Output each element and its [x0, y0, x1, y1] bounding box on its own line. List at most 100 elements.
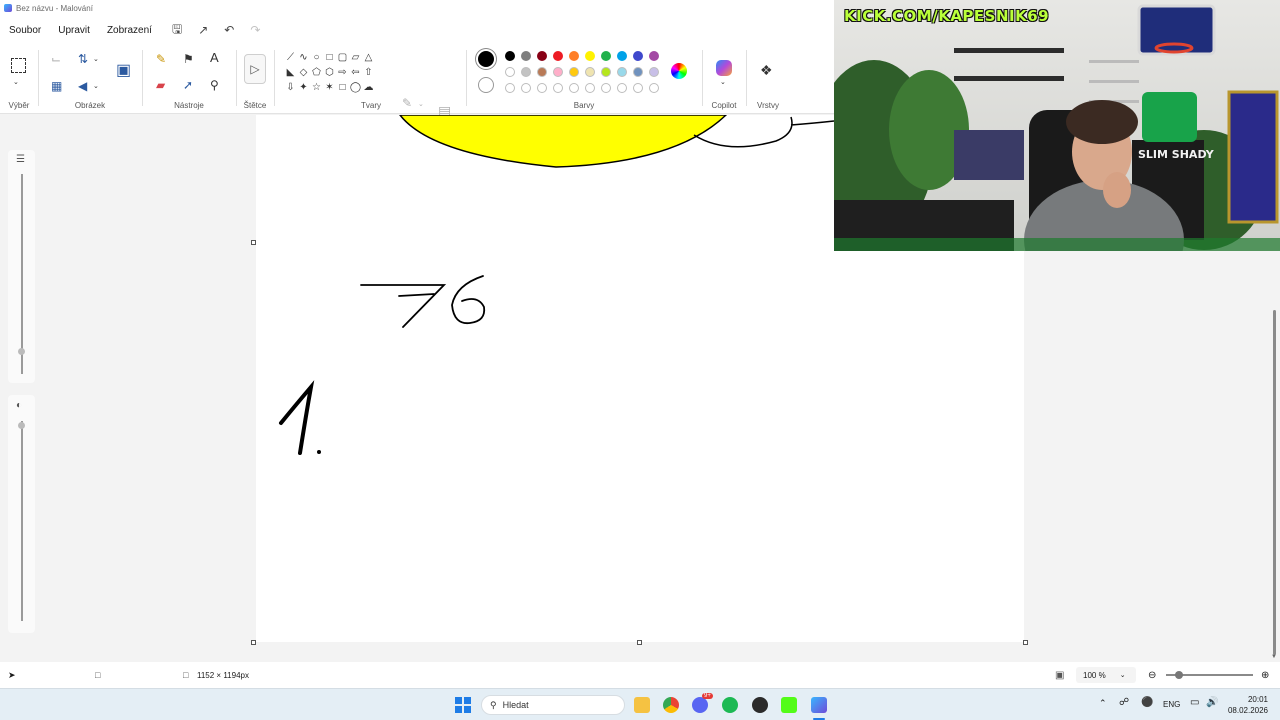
- color-swatch[interactable]: [633, 67, 643, 77]
- color2-swatch[interactable]: [478, 77, 494, 93]
- remove-background-icon[interactable]: ▦: [51, 80, 62, 92]
- chevron-down-icon[interactable]: ⌄: [418, 99, 424, 111]
- language-indicator[interactable]: ENG: [1163, 700, 1180, 709]
- chevron-down-icon[interactable]: ⌄: [93, 54, 99, 66]
- network-icon[interactable]: ☍: [1119, 697, 1129, 708]
- brush-size-slider[interactable]: [21, 174, 23, 374]
- color-swatch[interactable]: [505, 67, 515, 77]
- pentagon-shape-icon[interactable]: ⬠: [310, 65, 323, 80]
- triangle-shape-icon[interactable]: △: [362, 50, 375, 65]
- chevron-down-icon[interactable]: ⌄: [13, 77, 19, 89]
- crop-icon[interactable]: ⌙: [51, 53, 61, 65]
- color-swatch[interactable]: [617, 51, 627, 61]
- pencil-icon[interactable]: ✎: [156, 53, 166, 65]
- left-arrow-shape-icon[interactable]: ⇦: [349, 65, 362, 80]
- zoom-select[interactable]: 100 % ⌄: [1076, 667, 1136, 683]
- right-triangle-shape-icon[interactable]: ◣: [284, 65, 297, 80]
- paint-icon[interactable]: [811, 697, 827, 713]
- eraser-icon[interactable]: ▰: [156, 79, 165, 91]
- copilot-icon[interactable]: [716, 60, 732, 76]
- selection-icon[interactable]: [11, 58, 26, 73]
- share-icon[interactable]: ↗: [198, 23, 208, 37]
- five-point-star-shape-icon[interactable]: ☆: [310, 80, 323, 95]
- start-icon[interactable]: [455, 697, 471, 713]
- fill-icon[interactable]: ⚑: [183, 53, 194, 65]
- outline-icon[interactable]: ✎: [402, 97, 412, 109]
- menu-file[interactable]: Soubor: [9, 25, 41, 36]
- chevron-down-icon[interactable]: ⌄: [93, 81, 99, 93]
- diamond-shape-icon[interactable]: ◇: [297, 65, 310, 80]
- save-icon[interactable]: 🖫: [172, 20, 182, 41]
- color-swatch[interactable]: [537, 51, 547, 61]
- clock[interactable]: 20:01 08.02.2026: [1226, 694, 1268, 716]
- obs-icon[interactable]: [752, 697, 768, 713]
- fit-to-window-icon[interactable]: ▣: [1055, 670, 1064, 681]
- undo-icon[interactable]: ↶: [224, 23, 234, 37]
- polygon-shape-icon[interactable]: ▱: [349, 50, 362, 65]
- color-swatch[interactable]: [537, 67, 547, 77]
- color-swatch[interactable]: [521, 51, 531, 61]
- color-swatch[interactable]: [553, 67, 563, 77]
- rotate-icon[interactable]: ◀: [78, 80, 87, 92]
- color-swatch[interactable]: [601, 67, 611, 77]
- menu-edit[interactable]: Upravit: [58, 25, 90, 36]
- color-picker-icon[interactable]: ➚: [183, 79, 193, 91]
- menu-view[interactable]: Zobrazení: [107, 25, 152, 36]
- spotify-icon[interactable]: [722, 697, 738, 713]
- color-swatch[interactable]: [649, 67, 659, 77]
- scroll-down-arrow-icon[interactable]: ▼: [1271, 654, 1277, 660]
- rectangle-shape-icon[interactable]: □: [323, 50, 336, 65]
- kick-icon[interactable]: [781, 697, 797, 713]
- color-swatch[interactable]: [553, 51, 563, 61]
- color-swatch[interactable]: [505, 51, 515, 61]
- text-icon[interactable]: A: [210, 51, 219, 64]
- custom-color-slot[interactable]: [617, 83, 627, 93]
- custom-color-slot[interactable]: [505, 83, 515, 93]
- rounded-rectangle-shape-icon[interactable]: ▢: [336, 50, 349, 65]
- resize-handle[interactable]: [251, 640, 256, 645]
- color-swatch[interactable]: [569, 67, 579, 77]
- discord-icon[interactable]: [692, 697, 708, 713]
- brush-size-thumb[interactable]: [18, 348, 25, 355]
- zoom-in-icon[interactable]: ⊕: [1261, 670, 1269, 681]
- color-swatch[interactable]: [617, 67, 627, 77]
- color-swatch[interactable]: [569, 51, 579, 61]
- zoom-slider-thumb[interactable]: [1175, 671, 1183, 679]
- color-swatch[interactable]: [521, 67, 531, 77]
- six-point-star-shape-icon[interactable]: ✶: [323, 80, 336, 95]
- volume-icon[interactable]: 🔊: [1206, 697, 1218, 708]
- custom-color-slot[interactable]: [633, 83, 643, 93]
- custom-color-slot[interactable]: [569, 83, 579, 93]
- microphone-icon[interactable]: ⚫: [1141, 697, 1153, 708]
- custom-color-slot[interactable]: [585, 83, 595, 93]
- right-arrow-shape-icon[interactable]: ⇨: [336, 65, 349, 80]
- hexagon-shape-icon[interactable]: ⬡: [323, 65, 336, 80]
- taskbar-search[interactable]: ⚲ Hledat: [481, 695, 625, 715]
- down-arrow-shape-icon[interactable]: ⇩: [284, 80, 297, 95]
- chrome-icon[interactable]: [663, 697, 679, 713]
- redo-icon[interactable]: ↷: [250, 23, 260, 37]
- image-select-icon[interactable]: ▣: [116, 63, 131, 79]
- color1-swatch[interactable]: [478, 51, 494, 67]
- color-swatch[interactable]: [585, 51, 595, 61]
- chevron-up-icon[interactable]: ⌃: [1099, 698, 1107, 709]
- file-explorer-icon[interactable]: [634, 697, 650, 713]
- color-swatch[interactable]: [649, 51, 659, 61]
- edit-colors-icon[interactable]: [671, 63, 687, 79]
- custom-color-slot[interactable]: [601, 83, 611, 93]
- custom-color-slot[interactable]: [649, 83, 659, 93]
- up-arrow-shape-icon[interactable]: ⇧: [362, 65, 375, 80]
- oval-callout-shape-icon[interactable]: ◯: [349, 80, 362, 95]
- brush-icon[interactable]: ▷: [244, 54, 266, 84]
- callout-shape-icon[interactable]: □: [336, 80, 349, 95]
- zoom-out-icon[interactable]: ⊖: [1148, 670, 1156, 681]
- resize-handle[interactable]: [637, 640, 642, 645]
- opacity-slider[interactable]: [21, 421, 23, 621]
- resize-icon[interactable]: ⇅: [78, 53, 88, 65]
- color-swatch[interactable]: [633, 51, 643, 61]
- cloud-callout-shape-icon[interactable]: ☁: [362, 80, 375, 95]
- custom-color-slot[interactable]: [521, 83, 531, 93]
- scrollbar-thumb[interactable]: [1273, 310, 1276, 655]
- color-swatch[interactable]: [585, 67, 595, 77]
- line-shape-icon[interactable]: ⟋: [284, 50, 297, 65]
